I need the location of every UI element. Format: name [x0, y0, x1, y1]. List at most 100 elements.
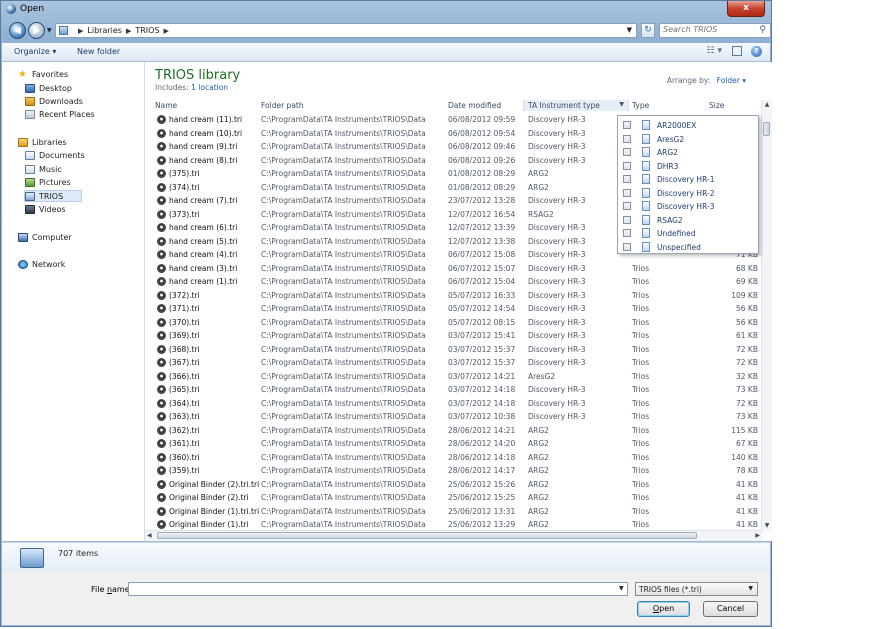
refresh-button[interactable]: ↻	[641, 23, 655, 38]
column-header-folder-path[interactable]: Folder path	[261, 101, 304, 110]
arrange-by-dropdown[interactable]: Folder ▾	[717, 76, 746, 85]
file-date-modified: 05/07/2012 16:33	[448, 290, 516, 300]
filter-dropdown-icon[interactable]: ▼	[619, 101, 624, 108]
table-row[interactable]: (368).tri C:\ProgramData\TA Instruments\T…	[145, 343, 762, 356]
back-button[interactable]: ◀	[9, 22, 26, 39]
table-row[interactable]: (360).tri C:\ProgramData\TA Instruments\T…	[145, 451, 762, 464]
file-date-modified: 03/07/2012 15:37	[448, 358, 516, 367]
file-name-dropdown-icon[interactable]: ▼	[619, 585, 624, 592]
table-row[interactable]: (366).tri C:\ProgramData\TA Instruments\T…	[145, 370, 762, 383]
chevron-right-icon[interactable]: ▶	[78, 27, 83, 35]
filter-option[interactable]: DHR3	[623, 160, 753, 172]
chevron-right-icon[interactable]: ▶	[126, 27, 131, 35]
filter-checkbox[interactable]	[623, 215, 631, 224]
file-type: Trios	[632, 385, 650, 394]
file-folder-path: C:\ProgramData\TA Instruments\TRIOS\Data	[261, 439, 426, 448]
filter-option[interactable]: AR2000EX	[623, 119, 753, 131]
table-row[interactable]: hand cream (1).tri C:\ProgramData\TA Inst…	[145, 275, 762, 288]
file-folder-path: C:\ProgramData\TA Instruments\TRIOS\Data	[261, 277, 426, 286]
filter-checkbox[interactable]	[623, 148, 631, 156]
address-dropdown-icon[interactable]: ▼	[627, 26, 632, 34]
scroll-thumb[interactable]	[763, 122, 770, 136]
arrange-by: Arrange by: Folder ▾	[666, 76, 746, 85]
file-name: (374).tri	[169, 182, 200, 192]
videos-icon	[25, 205, 35, 214]
file-folder-path: C:\ProgramData\TA Instruments\TRIOS\Data	[261, 290, 426, 300]
scroll-left-icon[interactable]: ◀	[147, 531, 152, 541]
table-row[interactable]: (364).tri C:\ProgramData\TA Instruments\T…	[145, 397, 762, 410]
file-instrument-type: Discovery HR-3	[528, 385, 586, 394]
table-row[interactable]: (359).tri C:\ProgramData\TA Instruments\T…	[145, 464, 762, 477]
scroll-down-icon[interactable]: ▼	[762, 521, 772, 531]
help-icon[interactable]: ?	[751, 46, 762, 57]
nav-trios[interactable]: TRIOS	[24, 190, 82, 202]
search-icon[interactable]: ⚲	[759, 25, 766, 35]
table-row[interactable]: Original Binder (2).tri C:\ProgramData\TA…	[145, 491, 762, 504]
file-type-select[interactable]: TRIOS files (*.tri) ▼	[635, 582, 758, 596]
table-row[interactable]: (361).tri C:\ProgramData\TA Instruments\T…	[145, 437, 762, 450]
column-header-type[interactable]: Type	[632, 101, 649, 110]
filter-checkbox[interactable]	[623, 188, 631, 197]
file-name-input[interactable]	[128, 582, 628, 596]
filter-checkbox[interactable]	[623, 134, 631, 143]
table-row[interactable]: (362).tri C:\ProgramData\TA Instruments\T…	[145, 424, 762, 437]
search-input[interactable]	[663, 25, 748, 34]
change-view-icon[interactable]: ☷ ▾	[707, 46, 722, 56]
address-bar[interactable]: ▶ Libraries ▶ TRIOS ▶ ▼	[55, 23, 637, 38]
horizontal-scroll-thumb[interactable]	[157, 532, 697, 539]
filter-option[interactable]: AresG2	[623, 133, 753, 145]
table-row[interactable]: Original Binder (2).tri.tri C:\ProgramDat…	[145, 478, 762, 491]
file-size: 78 KB	[736, 466, 758, 475]
table-row[interactable]: (365).tri C:\ProgramData\TA Instruments\T…	[145, 383, 762, 396]
scroll-right-icon[interactable]: ▶	[755, 531, 760, 541]
column-header-instrument-type[interactable]: TA Instrument type ▼	[523, 100, 629, 111]
close-button[interactable]: x	[727, 1, 765, 17]
filter-checkbox[interactable]	[623, 161, 631, 170]
table-row[interactable]: (369).tri C:\ProgramData\TA Instruments\T…	[145, 329, 762, 342]
table-row[interactable]: Original Binder (1).tri.tri C:\ProgramDat…	[145, 505, 762, 518]
new-folder-button[interactable]: New folder	[77, 47, 120, 56]
open-button[interactable]: Open	[637, 601, 690, 617]
column-header-date-modified[interactable]: Date modified	[448, 101, 501, 110]
instrument-type-icon	[642, 160, 650, 171]
table-row[interactable]: (371).tri C:\ProgramData\TA Instruments\T…	[145, 302, 762, 315]
vertical-scrollbar[interactable]: ▲ ▼	[761, 100, 772, 531]
cancel-button[interactable]: Cancel	[703, 601, 758, 617]
recent-pages-dropdown[interactable]: ▼	[47, 27, 52, 34]
forward-button[interactable]: ▶	[28, 22, 45, 39]
file-date-modified: 03/07/2012 15:41	[448, 331, 516, 340]
filter-option[interactable]: Discovery HR-1	[623, 173, 753, 185]
library-locations-link[interactable]: 1 location	[191, 83, 228, 92]
filter-option-label: Discovery HR-2	[657, 188, 715, 198]
filter-option[interactable]: Discovery HR-3	[623, 200, 753, 212]
table-row[interactable]: (363).tri C:\ProgramData\TA Instruments\T…	[145, 410, 762, 423]
column-header-name[interactable]: Name	[155, 101, 177, 110]
horizontal-scrollbar[interactable]: ◀ ▶	[145, 530, 762, 541]
search-box[interactable]: ⚲	[659, 23, 771, 38]
filter-checkbox[interactable]	[623, 242, 631, 251]
filter-checkbox[interactable]	[623, 175, 631, 183]
file-date-modified: 06/07/2012 15:08	[448, 250, 516, 259]
chevron-right-icon[interactable]: ▶	[164, 27, 169, 35]
filter-checkbox[interactable]	[623, 229, 631, 237]
filter-option[interactable]: RSAG2	[623, 214, 753, 226]
file-type: Trios	[632, 479, 650, 489]
breadcrumb-trios[interactable]: TRIOS	[135, 26, 159, 35]
file-date-modified: 06/08/2012 09:59	[448, 115, 516, 124]
table-row[interactable]: (370).tri C:\ProgramData\TA Instruments\T…	[145, 316, 762, 329]
filter-option[interactable]: Unspecified	[623, 241, 753, 253]
table-row[interactable]: (372).tri C:\ProgramData\TA Instruments\T…	[145, 289, 762, 302]
table-row[interactable]: (367).tri C:\ProgramData\TA Instruments\T…	[145, 356, 762, 369]
filter-option[interactable]: ARG2	[623, 146, 753, 158]
trios-file-icon	[157, 115, 166, 124]
filter-option[interactable]: Discovery HR-2	[623, 187, 753, 199]
organize-button[interactable]: Organize ▾	[14, 47, 56, 56]
preview-pane-icon[interactable]	[732, 46, 742, 56]
scroll-up-icon[interactable]: ▲	[762, 100, 772, 110]
breadcrumb-libraries[interactable]: Libraries	[87, 26, 122, 35]
filter-option[interactable]: Undefined	[623, 227, 753, 239]
column-header-size[interactable]: Size	[709, 101, 724, 110]
filter-checkbox[interactable]	[623, 121, 631, 129]
filter-checkbox[interactable]	[623, 202, 631, 210]
table-row[interactable]: hand cream (3).tri C:\ProgramData\TA Inst…	[145, 262, 762, 275]
